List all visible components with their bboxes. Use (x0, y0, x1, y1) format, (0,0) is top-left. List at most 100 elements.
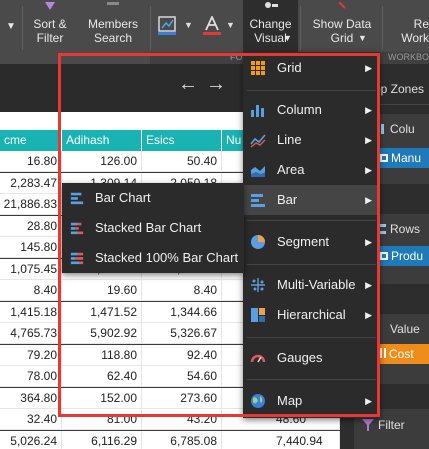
table-cell[interactable]: 32.40 (0, 409, 62, 429)
menu-item-label: Column (277, 102, 322, 117)
menu-item-multi-variable[interactable]: Multi-Variable ▶ (243, 270, 380, 300)
table-cell[interactable]: 1,471.52 (62, 301, 142, 322)
menu-item-bar[interactable]: Bar ▶ (243, 185, 380, 215)
table-cell[interactable]: 6,116.29 (62, 430, 142, 449)
table-row: 5,026.24 6,116.29 6,785.08 7,440.94 (0, 430, 340, 449)
table-cell[interactable]: 145.80 (0, 237, 62, 257)
chart-colors-button[interactable]: ▼ (158, 16, 194, 38)
menu-item-column[interactable]: Column ▶ (243, 95, 380, 125)
forward-arrow-icon[interactable]: → (206, 74, 226, 94)
table-cell[interactable]: 21,886.83 (0, 194, 62, 214)
table-cell[interactable]: 28.80 (0, 215, 62, 236)
ribbon-partial-button[interactable]: ▼ (0, 0, 22, 52)
menu-separator (247, 337, 376, 338)
table-cell[interactable]: 5,026.24 (0, 430, 62, 449)
menu-item-label: Grid (277, 60, 302, 75)
table-cell[interactable]: 54.60 (142, 366, 222, 386)
show-data-grid-icon (338, 2, 346, 9)
sort-filter-button[interactable]: Sort & Filter (24, 0, 76, 52)
table-cell[interactable]: 1,344.66 (142, 301, 222, 322)
table-cell[interactable]: 5,902.92 (62, 323, 142, 343)
menu-item-line[interactable]: Line ▶ (243, 125, 380, 155)
table-cell[interactable]: 273.60 (142, 387, 222, 408)
menu-item-map[interactable]: Map ▶ (243, 386, 380, 416)
submenu-arrow-icon: ▶ (365, 135, 372, 145)
submenu-arrow-icon: ▶ (365, 396, 372, 406)
members-search-icon (107, 2, 119, 5)
submenu-item-stacked-bar-chart[interactable]: Stacked Bar Chart (62, 213, 244, 243)
menu-separator (247, 264, 376, 265)
submenu-item-label: Bar Chart (95, 190, 151, 205)
table-cell[interactable]: 118.80 (62, 344, 142, 365)
menu-item-grid[interactable]: Grid ▶ (243, 53, 380, 83)
columns-chip[interactable]: Manu (374, 148, 429, 168)
columns-chip-icon (380, 154, 388, 162)
chart-colors-icon (158, 16, 176, 35)
table-cell[interactable]: 81.00 (62, 409, 142, 429)
table-cell[interactable]: 78.00 (0, 366, 62, 386)
stacked-bar-chart-icon (70, 222, 84, 235)
filter-label: Filter (378, 418, 405, 432)
sort-filter-icon (45, 2, 55, 10)
back-arrow-icon[interactable]: ← (178, 74, 198, 94)
table-cell[interactable]: 2,283.47 (0, 172, 62, 193)
table-cell[interactable]: 126.00 (62, 151, 142, 171)
change-visual-caret: ▼ (283, 33, 292, 43)
menu-separator (247, 220, 376, 221)
table-cell[interactable]: 5,326.67 (142, 323, 222, 343)
table-cell[interactable]: 8.40 (0, 280, 62, 300)
show-data-grid-button[interactable]: Show Data Grid ▼ (306, 0, 378, 52)
menu-item-segment[interactable]: Segment ▶ (243, 227, 380, 257)
table-cell[interactable]: 43.20 (142, 409, 222, 429)
grid-icon (251, 61, 265, 75)
menu-item-label: Bar (277, 192, 298, 207)
table-cell[interactable]: 62.40 (62, 366, 142, 386)
table-cell[interactable]: 92.40 (142, 344, 222, 365)
members-search-label: Members Search (87, 17, 138, 45)
table-cell[interactable]: 50.40 (142, 151, 222, 171)
column-header[interactable]: Adihash (62, 130, 142, 151)
change-visual-button[interactable]: Change Visual ▼ (243, 0, 298, 52)
ribbon-group-strip-workbook: WORKBO (382, 52, 429, 64)
table-cell[interactable]: 16.80 (0, 151, 62, 171)
column-header[interactable]: cme (0, 130, 62, 151)
table-cell[interactable]: 6,785.08 (142, 430, 222, 449)
menu-separator (247, 379, 376, 380)
area-chart-icon (251, 166, 265, 177)
table-cell[interactable]: 1,415.18 (0, 301, 62, 322)
menu-item-area[interactable]: Area ▶ (243, 155, 380, 185)
font-color-button[interactable]: ▼ (202, 14, 238, 38)
submenu-arrow-icon: ▶ (365, 310, 372, 320)
change-visual-icon (264, 2, 278, 8)
menu-item-label: Multi-Variable (277, 277, 356, 292)
table-cell[interactable]: 1,075.45 (0, 258, 62, 279)
menu-item-label: Line (277, 132, 302, 147)
drop-zones-title: op Zones (374, 82, 425, 96)
ribbon-separator (22, 6, 23, 50)
menu-item-gauges[interactable]: Gauges (243, 343, 380, 373)
workbook-button[interactable]: Re Work (386, 0, 429, 52)
table-cell[interactable]: 4,765.73 (0, 323, 62, 343)
filter-icon (362, 419, 374, 431)
table-cell[interactable]: 7,440.94 (222, 430, 340, 449)
submenu-arrow-icon: ▶ (365, 195, 372, 205)
table-cell[interactable]: 364.80 (0, 387, 62, 408)
sort-filter-label: Sort & Filter (33, 17, 67, 45)
chart-colors-caret: ▼ (184, 20, 193, 30)
scatter-icon (251, 278, 265, 292)
submenu-item-stacked-100-bar-chart[interactable]: Stacked 100% Bar Chart (62, 243, 244, 273)
table-cell[interactable]: 79.20 (0, 344, 62, 365)
values-chip-icon (380, 348, 386, 358)
ribbon-separator (300, 6, 301, 50)
values-chip[interactable]: Cost (374, 344, 429, 364)
rows-chip[interactable]: Produ (374, 246, 429, 266)
menu-item-label: Gauges (277, 350, 323, 365)
submenu-arrow-icon: ▶ (365, 63, 372, 73)
submenu-item-bar-chart[interactable]: Bar Chart (62, 183, 244, 213)
table-cell[interactable]: 152.00 (62, 387, 142, 408)
members-search-button[interactable]: Members Search (82, 0, 144, 52)
table-cell[interactable]: 19.60 (62, 280, 142, 300)
menu-item-hierarchical[interactable]: Hierarchical ▶ (243, 300, 380, 330)
column-header[interactable]: Esics (142, 130, 222, 151)
table-cell[interactable]: 8.40 (142, 280, 222, 300)
